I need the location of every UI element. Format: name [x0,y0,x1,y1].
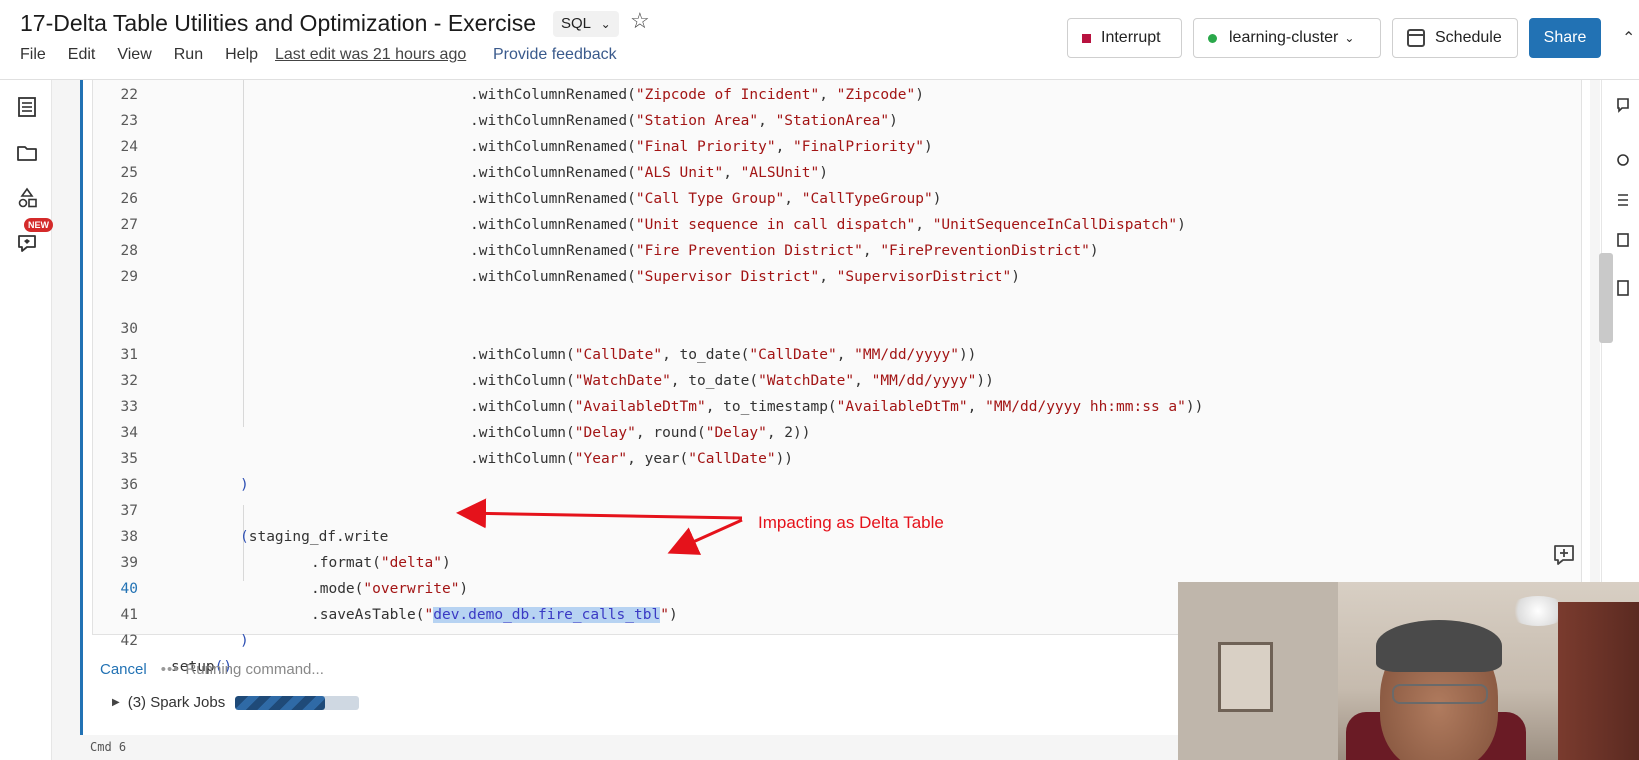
webcam-picture-frame [1218,642,1273,712]
feedback-link[interactable]: Provide feedback [493,46,617,64]
menu-file[interactable]: File [20,46,46,64]
webcam-glasses [1392,684,1488,704]
menu-run[interactable]: Run [174,46,203,64]
chevron-up-icon[interactable]: ⌃ [1622,28,1635,48]
star-icon[interactable]: ☆ [630,8,650,34]
cluster-selector[interactable]: learning-cluster ⌄ [1193,18,1381,58]
run-status: Cancel ••• Running command... [100,661,324,678]
language-label: SQL [561,15,591,32]
cmd-label: Cmd 6 [90,740,127,754]
folder-icon[interactable] [16,142,38,164]
header: 17-Delta Table Utilities and Optimizatio… [0,0,1639,80]
menu-edit[interactable]: Edit [68,46,96,64]
spinner-icon: ••• [160,661,180,678]
webcam-overlay [1178,582,1639,760]
menu-help[interactable]: Help [225,46,258,64]
spark-jobs-toggle[interactable]: ▶ (3) Spark Jobs [112,694,360,711]
scrollbar-thumb[interactable] [1599,253,1613,343]
chevron-down-icon: ⌄ [600,17,611,31]
schedule-button[interactable]: Schedule [1392,18,1518,58]
menu-bar: File Edit View Run Help [20,46,280,64]
history-icon[interactable] [1616,150,1630,170]
spark-jobs-label: (3) Spark Jobs [127,694,226,711]
language-selector[interactable]: SQL ⌄ [553,11,619,37]
assistant-icon[interactable] [16,232,38,254]
calendar-icon [1407,29,1425,47]
libraries-icon[interactable] [1616,230,1630,250]
webcam-curtain [1558,602,1639,760]
stop-icon [1082,33,1091,43]
chevron-down-icon: ⌄ [1344,31,1355,45]
interrupt-label: Interrupt [1101,29,1161,46]
notebook-title[interactable]: 17-Delta Table Utilities and Optimizatio… [20,10,536,37]
data-icon[interactable] [1616,278,1630,298]
cluster-label: learning-cluster [1229,29,1339,46]
table-of-contents-icon[interactable] [16,96,38,118]
new-badge: NEW [24,218,53,232]
last-edit-link[interactable]: Last edit was 21 hours ago [275,46,466,64]
annotation-label: Impacting as Delta Table [758,513,944,532]
running-text: Running command... [185,661,324,678]
shapes-icon[interactable] [16,187,38,209]
add-comment-icon[interactable] [1551,542,1577,568]
share-button[interactable]: Share [1529,18,1601,58]
schedule-label: Schedule [1435,29,1502,46]
left-sidebar: NEW [0,80,53,760]
progress-bar [235,695,360,710]
comments-icon[interactable] [1616,96,1630,116]
variables-icon[interactable] [1616,190,1630,210]
menu-view[interactable]: View [117,46,151,64]
progress-fill [235,695,325,710]
webcam-hair [1376,620,1502,672]
expand-triangle-icon: ▶ [112,697,120,708]
interrupt-button[interactable]: Interrupt [1067,18,1182,58]
cancel-button[interactable]: Cancel [100,661,147,678]
status-dot-icon [1208,33,1217,43]
